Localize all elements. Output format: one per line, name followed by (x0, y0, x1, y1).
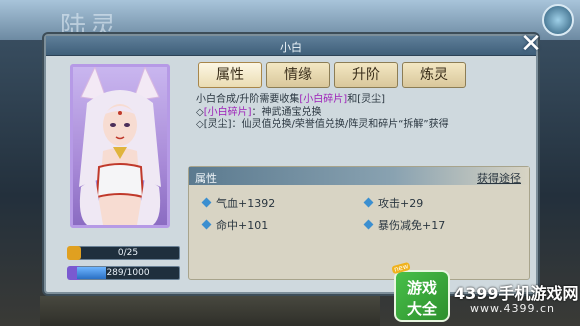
stat-item: 气血+1392 (201, 195, 275, 211)
orb-icon (542, 4, 574, 36)
tab-upgrade[interactable]: 升阶 (334, 62, 398, 88)
tab-bond[interactable]: 情缘 (266, 62, 330, 88)
stat-item: 攻击+29 (363, 195, 423, 211)
shard-item-link[interactable]: [小白碎片] (299, 94, 347, 105)
attributes-header-label: 属性 (195, 172, 217, 185)
panel-title: 小白 (280, 41, 302, 54)
tab-attributes[interactable]: 属性 (198, 62, 262, 88)
background-footer (40, 296, 380, 326)
stat-item: 命中+101 (201, 217, 268, 233)
stat-item: 暴伤减免+17 (363, 217, 445, 233)
shard-source-link[interactable]: [小白碎片] (204, 107, 252, 118)
watermark-logo: new 游戏 大全 (391, 261, 450, 322)
shard-progress-text: 0/25 (117, 248, 139, 258)
dust-progress-bar: 289/1000 (67, 266, 180, 280)
watermark-site: www.4399.cn (470, 302, 555, 315)
character-portrait (70, 64, 170, 228)
close-button[interactable]: ✕ (516, 30, 546, 60)
diamond-icon (201, 219, 212, 230)
spirit-info-panel: 小白 ✕ 0/25 289/1000 属性 情缘 升阶 炼灵 小白合成/升阶需要… (44, 30, 542, 294)
obtain-method-link[interactable]: 获得途径 (477, 170, 521, 186)
requirement-description: 小白合成/升阶需要收集[小白碎片]和[灵尘] ◇[小白碎片]：神武通宝兑换 ◇[… (196, 94, 526, 132)
shard-progress-bar: 0/25 (67, 246, 180, 260)
dust-item-link[interactable]: [灵尘] (357, 94, 385, 105)
desc-line-3: ◇[灵尘]：仙灵值兑换/荣誉值兑换/阵灵和碎片“拆解”获得 (196, 119, 449, 130)
character-art (79, 67, 161, 225)
diamond-icon (363, 219, 374, 230)
attributes-box: 属性 获得途径 气血+1392 攻击+29 命中+101 暴伤减免+17 (188, 166, 530, 280)
dust-progress-text: 289/1000 (106, 268, 150, 278)
desc-line-1: 小白合成/升阶需要收集[小白碎片]和[灵尘] (196, 94, 385, 105)
diamond-icon (201, 197, 212, 208)
desc-line-2: ◇[小白碎片]：神武通宝兑换 (196, 106, 322, 118)
diamond-icon (363, 197, 374, 208)
tab-refine[interactable]: 炼灵 (402, 62, 466, 88)
panel-titlebar: 小白 (46, 36, 536, 56)
watermark-brand: 4399手机游戏网 (454, 284, 579, 303)
